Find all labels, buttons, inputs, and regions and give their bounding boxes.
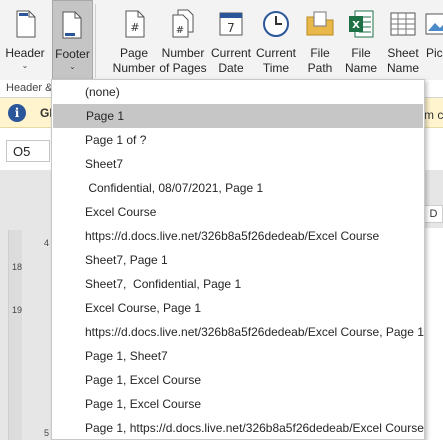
current-date-button[interactable]: 7 Current Date <box>209 0 253 80</box>
page-number-label: Page Number <box>112 46 156 75</box>
number-of-pages-label: Number of Pages <box>159 46 207 75</box>
menu-item-page-file-name-2[interactable]: Page 1, Excel Course <box>52 392 424 416</box>
file-path-button[interactable]: File Path <box>300 0 340 80</box>
svg-text:X: X <box>352 20 360 31</box>
footer-label: Footer <box>55 47 90 61</box>
page-number-button[interactable]: # Page Number <box>110 0 158 80</box>
calendar-icon: 7 <box>215 8 247 40</box>
svg-text:#: # <box>130 21 139 34</box>
file-path-label: File Path <box>307 46 333 75</box>
file-name-label: File Name <box>344 46 377 75</box>
footer-icon <box>57 9 89 41</box>
picture-label: Pic <box>426 46 443 60</box>
info-bar-right-text: m c <box>424 108 443 122</box>
page-number-icon: # <box>118 8 150 40</box>
file-name-button[interactable]: X File Name <box>341 0 381 80</box>
info-icon: i <box>8 104 26 122</box>
current-date-label: Current Date <box>210 46 251 75</box>
menu-item-page-1[interactable]: Page 1 <box>53 104 423 128</box>
group-separator <box>95 4 96 78</box>
folder-icon <box>304 8 336 40</box>
menu-item-sheet-confidential-page[interactable]: Sheet7, Confidential, Page 1 <box>52 272 424 296</box>
picture-icon <box>422 8 443 40</box>
menu-item-sheet-name[interactable]: Sheet7 <box>52 152 424 176</box>
header-label: Header <box>5 46 45 60</box>
ruler-mark: 18 <box>12 262 23 272</box>
menu-item-page-file-name[interactable]: Page 1, Excel Course <box>52 368 424 392</box>
svg-text:7: 7 <box>227 21 235 35</box>
sheet-name-label: Sheet Name <box>386 46 419 75</box>
ruler-mark: 4 <box>44 238 50 248</box>
clock-icon <box>260 8 292 40</box>
menu-item-page-sheet[interactable]: Page 1, Sheet7 <box>52 344 424 368</box>
menu-item-file-name-page[interactable]: Excel Course, Page 1 <box>52 296 424 320</box>
chevron-down-icon: ⌄ <box>69 62 76 71</box>
current-time-button[interactable]: Current Time <box>253 0 299 80</box>
svg-text:#: # <box>176 25 184 36</box>
menu-item-none[interactable]: (none) <box>52 80 424 104</box>
number-of-pages-icon: # <box>167 8 199 40</box>
ribbon: Header ⌄ Footer ⌄ # Page Number # Number o… <box>0 0 443 80</box>
sheet-icon <box>387 8 419 40</box>
chevron-down-icon: ⌄ <box>21 61 29 70</box>
header-icon <box>9 8 41 40</box>
footer-dropdown-menu: (none) Page 1 Page 1 of ? Sheet7 Confide… <box>51 79 425 440</box>
menu-item-sheet-page[interactable]: Sheet7, Page 1 <box>52 248 424 272</box>
column-header-d[interactable]: D <box>424 205 443 223</box>
number-of-pages-button[interactable]: # Number of Pages <box>158 0 208 80</box>
picture-button[interactable]: Pic <box>424 0 443 80</box>
group-label: Header & <box>6 82 53 94</box>
menu-item-confidential-date-page[interactable]: Confidential, 08/07/2021, Page 1 <box>52 176 424 200</box>
menu-item-file-path[interactable]: https://d.docs.live.net/326b8a5f26dedeab… <box>52 224 424 248</box>
name-box[interactable]: O5 <box>6 140 50 162</box>
ruler-mark: 19 <box>12 305 23 315</box>
current-time-label: Current Time <box>255 46 296 75</box>
footer-button[interactable]: Footer ⌄ <box>52 0 93 80</box>
header-button[interactable]: Header ⌄ <box>0 0 50 80</box>
sheet-name-button[interactable]: Sheet Name <box>383 0 423 80</box>
ruler-mark: 5 <box>44 428 50 438</box>
menu-item-page-1-of-total[interactable]: Page 1 of ? <box>52 128 424 152</box>
menu-item-file-path-page[interactable]: https://d.docs.live.net/326b8a5f26dedeab… <box>52 320 424 344</box>
excel-file-icon: X <box>345 8 377 40</box>
menu-item-file-name[interactable]: Excel Course <box>52 200 424 224</box>
menu-item-page-file-path[interactable]: Page 1, https://d.docs.live.net/326b8a5f… <box>52 416 424 440</box>
